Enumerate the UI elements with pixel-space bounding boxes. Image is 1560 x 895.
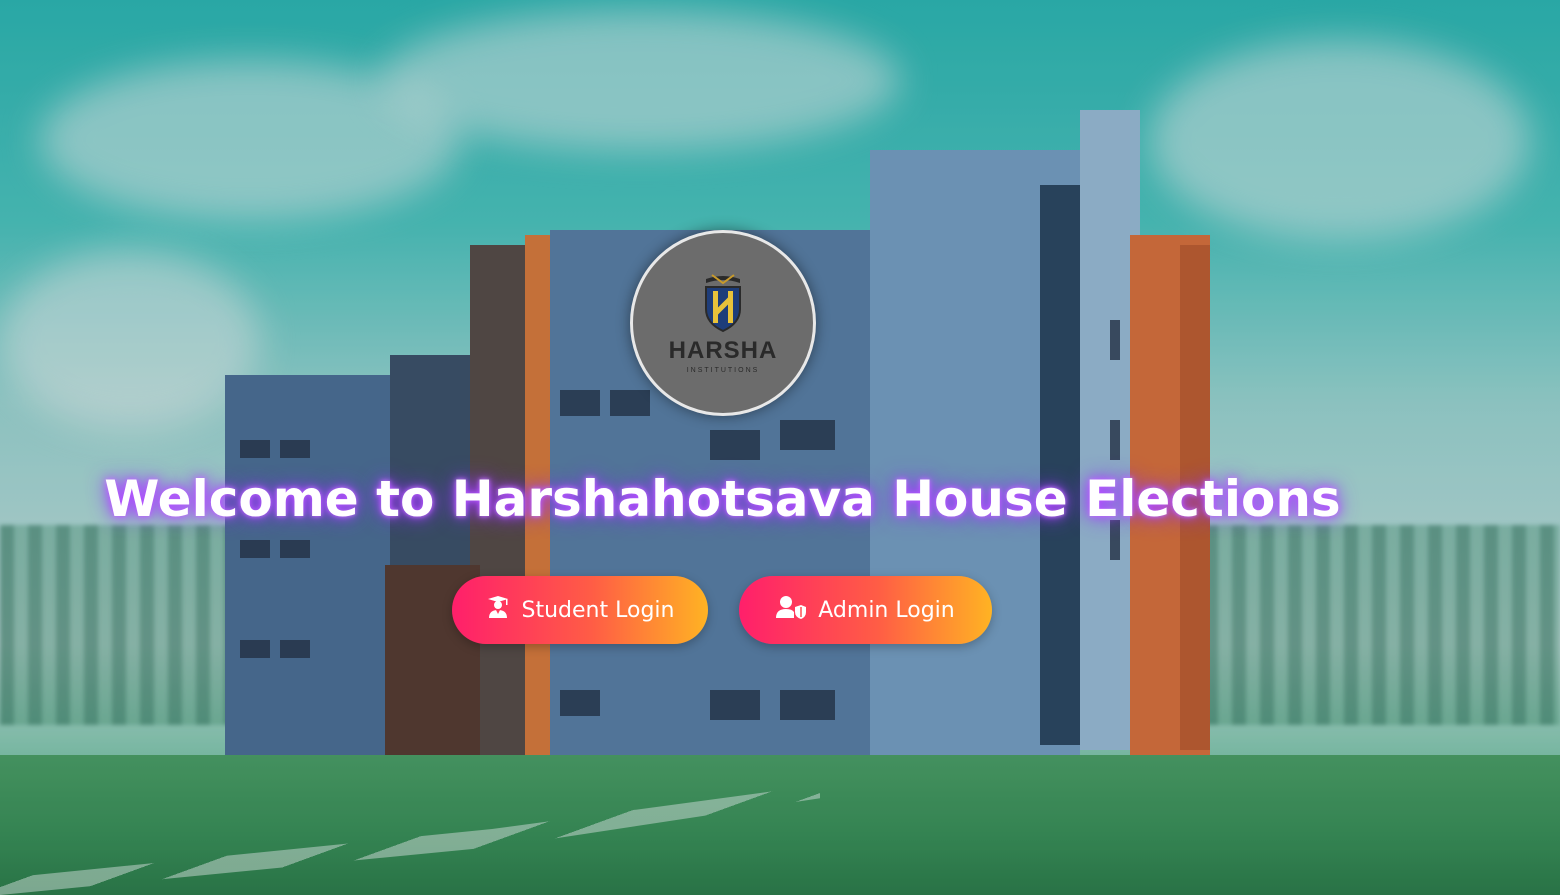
background-campus-image — [0, 0, 1560, 895]
page-title: Welcome to Harshahotsava House Elections — [104, 470, 1341, 528]
admin-login-label: Admin Login — [818, 597, 955, 623]
logo-subtitle: INSTITUTIONS — [686, 366, 760, 374]
student-login-label: Student Login — [521, 597, 675, 623]
admin-user-icon — [776, 595, 807, 625]
crest-icon — [705, 273, 741, 332]
logo-wordmark: HARSHA — [668, 336, 778, 364]
harsha-logo: HARSHA INSTITUTIONS — [630, 230, 816, 416]
admin-login-button[interactable]: Admin Login — [739, 576, 992, 644]
student-icon — [486, 595, 510, 625]
student-login-button[interactable]: Student Login — [452, 576, 708, 644]
